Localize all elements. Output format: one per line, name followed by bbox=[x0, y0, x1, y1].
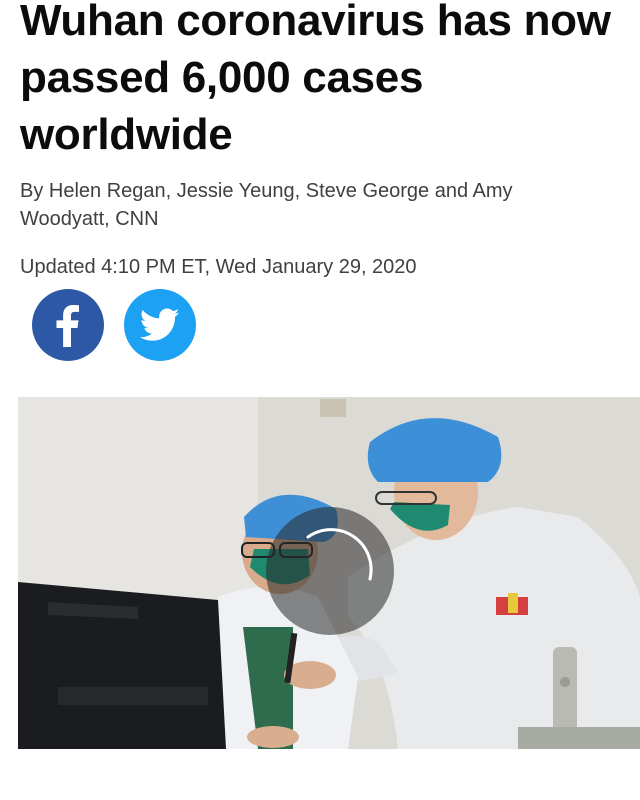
updated-timestamp: Updated 4:10 PM ET, Wed January 29, 2020 bbox=[20, 256, 417, 278]
twitter-share-button[interactable] bbox=[124, 289, 196, 361]
facebook-icon bbox=[56, 305, 79, 347]
spinner-icon bbox=[266, 507, 394, 635]
headline-line-2: passed 6,000 cases bbox=[20, 53, 424, 102]
facebook-share-button[interactable] bbox=[32, 289, 104, 361]
twitter-icon bbox=[140, 308, 180, 341]
video-thumbnail bbox=[18, 397, 640, 749]
headline-line-1: Wuhan coronavirus has now bbox=[20, 0, 611, 45]
headline-line-3: worldwide bbox=[20, 110, 233, 159]
byline: By Helen Regan, Jessie Yeung, Steve Geor… bbox=[20, 180, 513, 230]
share-buttons bbox=[32, 289, 196, 361]
headline: Wuhan coronavirus has now passed 6,000 c… bbox=[20, 0, 640, 163]
video-player[interactable] bbox=[18, 397, 640, 749]
